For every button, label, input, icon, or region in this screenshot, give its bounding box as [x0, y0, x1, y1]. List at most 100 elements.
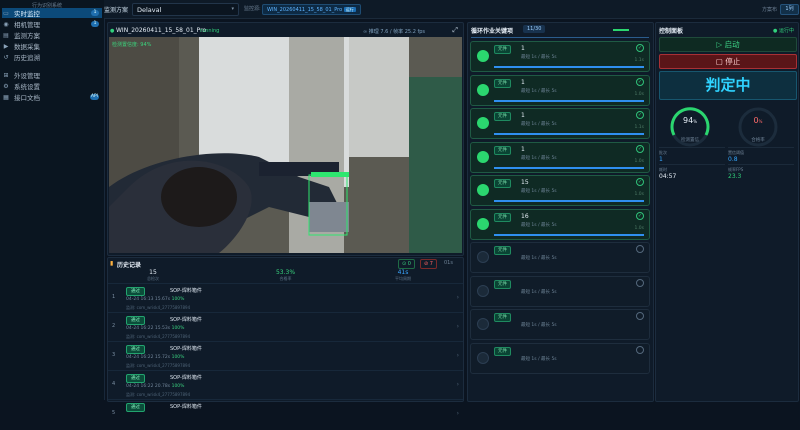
ng-filter[interactable]: ⊘ 7: [420, 259, 437, 269]
row-time: 04-24 16:22 15.72s: [126, 355, 171, 360]
row-path: 监测: com_wrisk4_27775897894: [126, 305, 191, 310]
fullscreen-icon[interactable]: ⤢: [452, 26, 458, 35]
row-meta: 04-24 16:13 15.67s 100%: [126, 297, 184, 302]
item-progress: [494, 66, 644, 68]
sidebar-badge: API: [89, 94, 99, 100]
checklist-title: 循环作业关键项: [471, 28, 514, 35]
video-status: running: [200, 28, 220, 34]
gear-icon: ⚙: [3, 82, 9, 90]
row-number: 5: [112, 410, 116, 416]
checklist-item[interactable]: 元件 1 最短 1s / 最长 5s ✓ 1.1s: [470, 41, 650, 72]
item-limits: 最短 1s / 最长 5s: [521, 289, 557, 295]
status-dot-icon: [477, 184, 489, 196]
checklist-progress: [613, 29, 629, 31]
row-meta: 04-24 16:22 15.53s 100%: [126, 326, 184, 331]
checklist-item[interactable]: 元件 最短 1s / 最长 5s: [470, 342, 650, 374]
checklist-item[interactable]: 元件 最短 1s / 最长 5s: [470, 242, 650, 273]
checklist-item[interactable]: 元件 15 最短 1s / 最长 5s ✓ 1.0s: [470, 175, 650, 206]
item-tag: 元件: [494, 313, 511, 322]
sidebar-item-6[interactable]: ⚙ 系统设置: [2, 81, 102, 92]
item-tag: 元件: [494, 45, 511, 54]
top-bar: 监测方案 Delaval ▾ 监控源: WIN_20260411_15_58_0…: [104, 0, 800, 19]
kv-threshold-value: 0.8: [728, 156, 738, 163]
start-button[interactable]: ▷ 启动: [659, 37, 797, 52]
video-title: WIN_20260411_15_58_01_Pro: [116, 27, 207, 34]
check-icon: [636, 245, 644, 253]
channel-tag: 运行: [343, 7, 356, 12]
item-duration: 1.0s: [634, 91, 644, 97]
channel-value: WIN_20260411_15_58_01_Pro: [267, 7, 343, 13]
kv-batch: 批次 1: [659, 147, 725, 164]
gauge1-number: 94: [683, 116, 694, 125]
item-limits: 最短 1s / 最长 5s: [521, 122, 557, 127]
checklist-item[interactable]: 元件 1 最短 1s / 最长 5s ✓ 1.0s: [470, 141, 650, 173]
row-title: SOP-焊料箱件: [170, 375, 202, 381]
channel-label: 监控源:: [244, 6, 261, 12]
item-tag: 元件: [494, 279, 511, 289]
summary-total-value: 15: [149, 269, 157, 276]
sidebar-item-2[interactable]: ▤ 监测方案: [2, 30, 102, 41]
summary-total: 15 总检次: [128, 269, 178, 282]
checklist-item[interactable]: 元件 16 最短 1s / 最长 5s ✓ 1.0s: [470, 208, 650, 240]
item-limits: 最短 1s / 最长 5s: [521, 155, 557, 161]
row-time: 04-24 16:22 20.78s: [126, 384, 171, 389]
sidebar-item-3[interactable]: ▶ 数据采集: [2, 41, 102, 52]
chevron-right-icon[interactable]: ›: [457, 410, 459, 417]
row-percent: 100%: [171, 297, 185, 302]
file-icon: ▤: [3, 31, 9, 39]
kv-elapsed-value: 04:57: [659, 173, 677, 180]
ok-filter[interactable]: ⊙ 0: [398, 259, 415, 269]
sidebar-badge: 1: [91, 21, 99, 27]
status-badge: 通过: [126, 316, 145, 325]
divider: [471, 37, 649, 38]
item-duration: 1.1s: [634, 58, 644, 63]
item-duration: 1.0s: [634, 158, 644, 164]
item-limits: 最短 1s / 最长 5s: [521, 323, 557, 328]
time-filter[interactable]: 01s: [444, 260, 453, 266]
check-icon: ✓: [636, 44, 644, 52]
sidebar-item-label: 相机管理: [14, 21, 40, 29]
view-button[interactable]: 1列: [780, 4, 799, 15]
stop-button[interactable]: ▢ 停止: [659, 54, 797, 69]
sidebar-item-label: 实时监控: [14, 10, 40, 18]
scheme-select[interactable]: Delaval ▾: [132, 3, 239, 16]
chevron-right-icon[interactable]: ›: [457, 323, 459, 330]
video-icon: ▶: [3, 42, 9, 50]
sidebar-item-1[interactable]: ◉ 相机管理 1: [2, 19, 102, 29]
history-row[interactable]: 5 通过 SOP-焊料箱件 ›: [108, 399, 463, 430]
check-icon: ✓: [636, 211, 644, 220]
row-title: SOP-焊料箱件: [170, 404, 202, 410]
checklist-item[interactable]: 元件最短 1s / 最长 5s: [470, 275, 650, 307]
sidebar-item-5[interactable]: ⊞ 外设管理: [2, 70, 102, 81]
chevron-right-icon[interactable]: ›: [457, 294, 459, 301]
sidebar-item-7[interactable]: ▦ 接口文档 API: [2, 92, 102, 102]
chevron-right-icon[interactable]: ›: [457, 381, 459, 388]
row-number: 2: [112, 323, 116, 329]
history-row[interactable]: 2 通过 SOP-焊料箱件 04-24 16:22 15.53s 100% 监测: co…: [108, 312, 463, 343]
chevron-right-icon[interactable]: ›: [457, 352, 459, 359]
checklist-item[interactable]: 元件 1 最短 1s / 最长 5s ✓ 1.1s: [470, 108, 650, 139]
history-row[interactable]: 4 通过 SOP-焊料箱件 04-24 16:22 20.78s 100% 监测: co…: [108, 370, 463, 401]
history-row[interactable]: 1 通过 SOP-焊料箱件 04-24 16:13 15.67s 100% 监测: co…: [108, 283, 463, 314]
sidebar-item-4[interactable]: ↺ 历史追溯: [2, 52, 102, 63]
checklist-item[interactable]: 元件 1 最短 1s / 最长 5s ✓ 1.0s: [470, 74, 650, 106]
row-number: 4: [112, 381, 116, 387]
summary-rate-label: 合格率: [279, 276, 292, 281]
row-time: 04-24 16:13 15.67s: [126, 297, 171, 302]
row-meta: 04-24 16:22 15.72s 100%: [126, 355, 184, 360]
item-limits: 最短 1s / 最长 5s: [521, 356, 557, 362]
history-row[interactable]: 3 通过 SOP-焊料箱件 04-24 16:22 15.72s 100% 监测: co…: [108, 341, 463, 372]
stop-label: 停止: [725, 57, 741, 66]
sidebar-item-0[interactable]: ▭ 实时监控 1: [2, 8, 102, 18]
check-icon: [636, 278, 644, 287]
status-dot-icon: [477, 117, 489, 129]
checklist-item[interactable]: 元件最短 1s / 最长 5s: [470, 309, 650, 340]
video-stats: ∞ 推理 7.6 / 帧率 25.2 fps: [363, 29, 426, 35]
run-status: ● 运行中: [773, 28, 794, 34]
item-name: 1: [521, 78, 525, 86]
gauge1-label: 检测置信: [681, 138, 699, 143]
status-badge: 通过: [126, 345, 145, 354]
channel-chip[interactable]: WIN_20260411_15_58_01_Pro 运行: [262, 4, 361, 15]
sidebar-item-label: 接口文档: [14, 94, 40, 102]
control-title: 控制面板: [659, 28, 684, 35]
